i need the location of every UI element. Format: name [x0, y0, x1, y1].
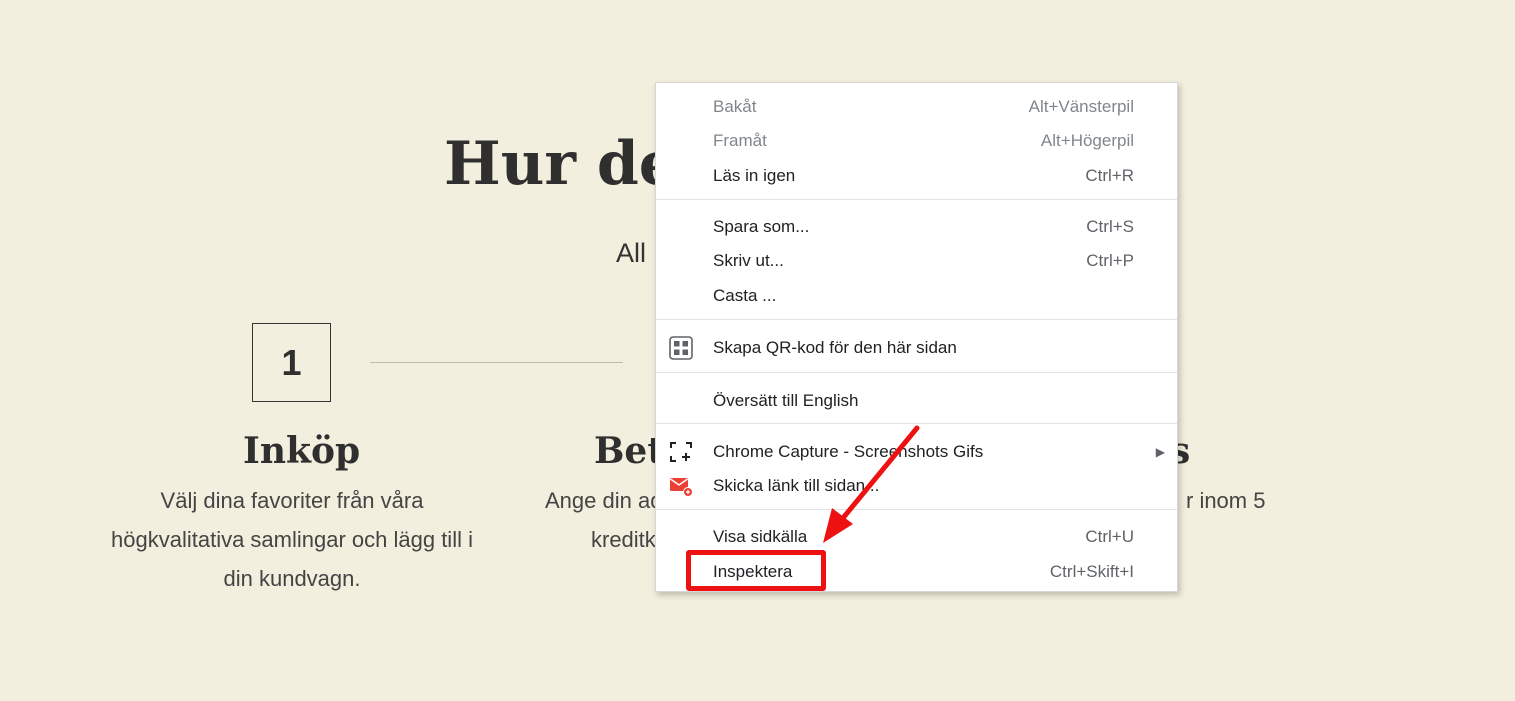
menu-item-chrome-capture[interactable]: Chrome Capture - Screenshots Gifs ▶	[656, 435, 1177, 469]
context-menu: Bakåt Alt+Vänsterpil Framåt Alt+Högerpil…	[655, 82, 1178, 592]
menu-item-forward[interactable]: Framåt Alt+Högerpil	[656, 124, 1177, 158]
step-connector-line	[370, 362, 623, 363]
menu-separator	[656, 509, 1177, 510]
menu-item-label: Läs in igen	[713, 166, 796, 185]
menu-item-label: Skicka länk till sidan...	[713, 476, 880, 495]
step-text-purchase: Välj dina favoriter från våra högkvalita…	[111, 488, 473, 591]
step-text-payment-line1: Ange din ad	[545, 488, 663, 513]
menu-separator	[656, 423, 1177, 424]
send-link-icon	[669, 474, 693, 498]
menu-item-label: Skriv ut...	[713, 251, 784, 270]
menu-separator	[656, 372, 1177, 373]
menu-item-shortcut: Alt+Högerpil	[1040, 131, 1134, 150]
menu-item-label: Framåt	[713, 131, 767, 150]
menu-item-create-qr-code[interactable]: Skapa QR-kod för den här sidan	[656, 331, 1177, 365]
menu-separator	[656, 319, 1177, 320]
step-text-payment-line2: kreditk	[591, 527, 656, 552]
menu-item-shortcut: Alt+Vänsterpil	[1028, 97, 1134, 116]
step-title-purchase: Inköp	[243, 430, 361, 472]
menu-item-shortcut: Ctrl+R	[1085, 166, 1134, 185]
menu-item-label: Skapa QR-kod för den här sidan	[713, 338, 957, 357]
menu-item-label: Visa sidkälla	[713, 527, 808, 546]
menu-item-label: Spara som...	[713, 217, 810, 236]
menu-item-view-source[interactable]: Visa sidkälla Ctrl+U	[656, 520, 1177, 554]
menu-item-shortcut: Ctrl+P	[1086, 251, 1134, 270]
menu-item-label: Översätt till English	[713, 391, 859, 410]
menu-item-translate[interactable]: Översätt till English	[656, 384, 1177, 418]
menu-item-label: Chrome Capture - Screenshots Gifs	[713, 442, 984, 461]
qr-code-icon	[669, 336, 693, 360]
page-heading: Hur de	[444, 129, 677, 199]
menu-item-send-link[interactable]: Skicka länk till sidan...	[656, 469, 1177, 503]
menu-item-cast[interactable]: Casta ...	[656, 279, 1177, 313]
inspect-highlight-box	[686, 550, 826, 591]
step-number-box: 1	[252, 323, 331, 402]
menu-item-label: Casta ...	[713, 286, 777, 305]
step-text-delivery: r inom 5	[1186, 488, 1266, 513]
menu-item-shortcut: Ctrl+Skift+I	[1049, 562, 1134, 581]
capture-icon	[669, 440, 693, 464]
menu-separator	[656, 199, 1177, 200]
menu-item-label: Bakåt	[713, 97, 757, 116]
menu-item-shortcut: Ctrl+U	[1085, 527, 1134, 546]
page-subtitle: All	[616, 238, 647, 268]
menu-item-print[interactable]: Skriv ut... Ctrl+P	[656, 244, 1177, 278]
menu-item-reload[interactable]: Läs in igen Ctrl+R	[656, 159, 1177, 193]
menu-item-shortcut: Ctrl+S	[1086, 217, 1134, 236]
submenu-arrow-icon: ▶	[1155, 445, 1165, 459]
menu-item-save-as[interactable]: Spara som... Ctrl+S	[656, 210, 1177, 244]
menu-item-back[interactable]: Bakåt Alt+Vänsterpil	[656, 90, 1177, 124]
